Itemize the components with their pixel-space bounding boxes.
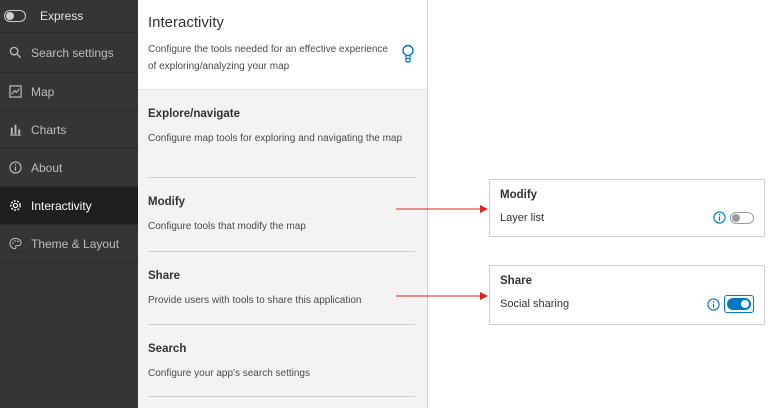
social-sharing-toggle[interactable] bbox=[727, 298, 751, 310]
interactivity-panel: Interactivity Configure the tools needed… bbox=[138, 0, 428, 408]
sidebar-item-label: Theme & Layout bbox=[31, 236, 120, 251]
info-icon[interactable] bbox=[713, 211, 726, 224]
panel-header: Interactivity Configure the tools needed… bbox=[138, 0, 427, 90]
layer-list-label: Layer list bbox=[500, 211, 545, 224]
search-settings-label: Search settings bbox=[31, 45, 114, 60]
sidebar-item-charts[interactable]: Charts bbox=[0, 111, 138, 149]
social-sharing-row: Social sharing bbox=[500, 295, 754, 313]
arrow-to-modify-icon bbox=[396, 205, 488, 213]
page-title: Interactivity bbox=[148, 14, 224, 31]
express-mode-toggle[interactable] bbox=[4, 10, 26, 22]
search-settings[interactable]: Search settings bbox=[0, 33, 138, 73]
page-description: Configure the tools needed for an effect… bbox=[148, 44, 388, 72]
sidebar-item-theme-layout[interactable]: Theme & Layout bbox=[0, 225, 138, 263]
info-icon[interactable] bbox=[707, 297, 720, 311]
section-description: Configure your app's search settings bbox=[148, 368, 310, 379]
section-description: Configure tools that modify the map bbox=[148, 221, 306, 232]
sidebar-item-label: Charts bbox=[31, 122, 67, 137]
info-icon bbox=[8, 161, 22, 175]
sidebar: Express Search settings Map Charts About… bbox=[0, 0, 138, 408]
callout-title: Share bbox=[500, 275, 532, 287]
section-title: Explore/navigate bbox=[148, 108, 241, 120]
palette-icon bbox=[8, 237, 22, 251]
section-modify[interactable]: Modify Configure tools that modify the m… bbox=[148, 178, 415, 252]
section-title: Share bbox=[148, 270, 180, 282]
callout-title: Modify bbox=[500, 189, 538, 201]
section-search[interactable]: Search Configure your app's search setti… bbox=[148, 325, 415, 397]
modify-callout: Modify Layer list bbox=[489, 179, 765, 237]
express-mode-toggle-row[interactable]: Express bbox=[0, 0, 138, 33]
sidebar-item-about[interactable]: About bbox=[0, 149, 138, 187]
sidebar-item-label: About bbox=[31, 160, 63, 175]
sidebar-item-label: Interactivity bbox=[31, 198, 92, 213]
gear-icon bbox=[8, 199, 22, 213]
sidebar-item-interactivity[interactable]: Interactivity bbox=[0, 187, 138, 225]
section-title: Search bbox=[148, 343, 187, 355]
express-mode-label: Express bbox=[40, 9, 84, 23]
search-icon bbox=[8, 46, 22, 60]
layer-list-row: Layer list bbox=[500, 211, 754, 224]
section-explore-navigate[interactable]: Explore/navigate Configure map tools for… bbox=[148, 90, 415, 178]
section-title: Modify bbox=[148, 196, 186, 208]
share-callout: Share Social sharing bbox=[489, 265, 765, 325]
lightbulb-icon[interactable] bbox=[401, 44, 415, 64]
section-share[interactable]: Share Provide users with tools to share … bbox=[148, 252, 415, 325]
arrow-to-share-icon bbox=[396, 292, 488, 300]
layer-list-toggle[interactable] bbox=[730, 211, 754, 224]
section-description: Provide users with tools to share this a… bbox=[148, 295, 362, 306]
section-description: Configure map tools for exploring and na… bbox=[148, 133, 403, 144]
social-sharing-label: Social sharing bbox=[500, 298, 570, 310]
sidebar-item-label: Map bbox=[31, 84, 55, 99]
social-sharing-toggle-focus[interactable] bbox=[724, 295, 754, 313]
chart-icon bbox=[8, 123, 22, 137]
sidebar-item-map[interactable]: Map bbox=[0, 73, 138, 111]
map-icon bbox=[8, 85, 22, 99]
